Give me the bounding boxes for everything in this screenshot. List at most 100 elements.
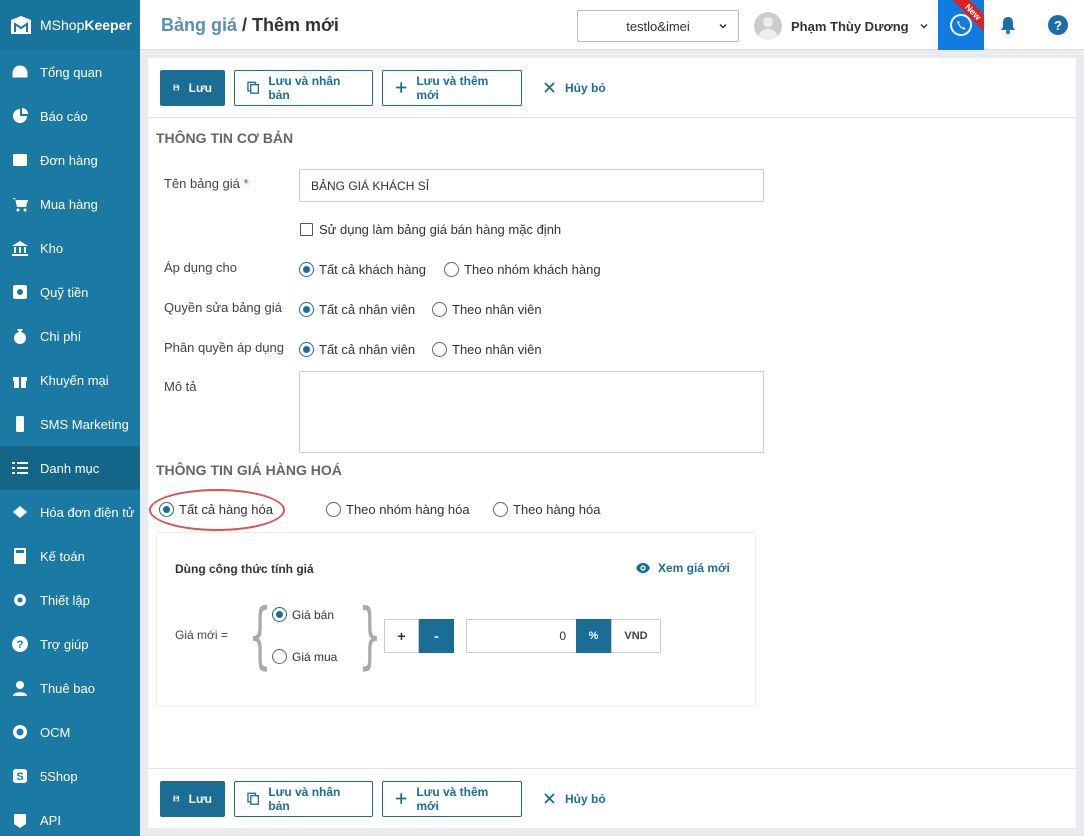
close-icon [544,793,555,804]
5shop-icon: S [10,766,30,786]
save-add-new-button-label: Lưu và thêm mới [416,73,489,102]
cart-icon [10,194,30,214]
sidebar-item-label: Thiết lập [40,592,90,608]
eye-icon [636,563,650,573]
save-duplicate-button[interactable]: Lưu và nhân bản [234,69,373,106]
radio-unselected-icon [326,502,341,517]
adjustment-amount-input[interactable]: 0 [466,619,577,653]
sidebar: MShopKeeper Tổng quan Báo cáo Đơn hàng Mua … [0,0,140,836]
sidebar-item-label: Hóa đơn điện tử [40,504,135,520]
description-textarea[interactable] [299,371,764,453]
order-icon [10,150,30,170]
price-info-section-title: THÔNG TIN GIÁ HÀNG HOÁ [156,462,342,478]
base-sale-price-radio[interactable]: Giá bán [272,607,334,622]
price-formula-panel: Dùng công thức tính giá Xem giá mới Giá … [156,532,756,707]
cancel-button-label: Hủy bỏ [565,80,606,95]
user-menu[interactable]: Phạm Thùy Dương [754,10,929,42]
radio-unselected-icon [493,502,508,517]
default-price-list-checkbox-row[interactable]: Sử dụng làm bảng giá bán hàng mặc định [300,222,561,237]
toolbar-bottom: Lưu Lưu và nhân bản Lưu và thêm mới Hủy … [148,768,1076,828]
ocm-icon [10,722,30,742]
sidebar-item-13[interactable]: Thiết lập [0,578,140,622]
sidebar-item-7[interactable]: Chi phí [0,314,140,358]
default-price-list-checkbox[interactable] [300,223,313,236]
apply-to-all-customers-radio[interactable]: Tất cả khách hàng [299,262,426,277]
vnd-unit-button[interactable]: VND [611,619,661,653]
copy-icon [247,81,260,94]
description-label: Mô tả [164,379,197,394]
save-add-new-button[interactable]: Lưu và thêm mới [382,69,522,106]
sidebar-item-17[interactable]: S 5Shop [0,754,140,798]
sidebar-item-label: Báo cáo [40,108,88,124]
apply-permission-all-staff-radio[interactable]: Tất cả nhân viên [299,342,415,357]
mshopkeeper-logo-icon [11,16,31,34]
sidebar-item-8[interactable]: Khuyến mại [0,358,140,402]
sidebar-item-label: Mua hàng [40,196,98,212]
minus-button[interactable]: - [419,619,454,653]
base-purchase-price-radio[interactable]: Giá mua [272,649,337,664]
sidebar-item-label: Danh mục [40,460,100,476]
left-brace-icon: { [248,593,272,677]
sidebar-item-2[interactable]: Báo cáo [0,94,140,138]
apply-permission-label: Phân quyền áp dụng [164,340,284,355]
sidebar-item-label: Trợ giúp [40,636,89,652]
save-duplicate-button-bottom[interactable]: Lưu và nhân bản [234,780,373,817]
edit-permission-by-staff-radio[interactable]: Theo nhân viên [432,302,542,317]
sidebar-item-11[interactable]: Hóa đơn điện tử [0,490,140,534]
edit-permission-all-staff-radio[interactable]: Tất cả nhân viên [299,302,415,317]
sidebar-item-15[interactable]: Thuê bao [0,666,140,710]
sidebar-item-4[interactable]: Mua hàng [0,182,140,226]
save-button[interactable]: Lưu [160,69,225,106]
notification-bell-icon[interactable] [998,15,1018,35]
sidebar-item-18[interactable]: API [0,798,140,836]
phone-icon [10,414,30,434]
percent-unit-button[interactable]: % [576,619,611,653]
sidebar-item-16[interactable]: OCM [0,710,140,754]
scope-product-group-radio[interactable]: Theo nhóm hàng hóa [326,502,470,517]
save-add-new-button-bottom[interactable]: Lưu và thêm mới [382,780,522,817]
sidebar-item-label: Đơn hàng [40,152,98,168]
api-icon [10,810,30,830]
scope-all-products-radio[interactable]: Tất cả hàng hóa [159,502,273,517]
price-list-name-label: Tên bảng giá * [164,176,249,191]
plus-button[interactable]: + [384,619,419,653]
breadcrumb-price-list[interactable]: Bảng giá [161,15,237,35]
list-icon [10,458,30,478]
sidebar-item-3[interactable]: Đơn hàng [0,138,140,182]
scope-by-product-radio[interactable]: Theo hàng hóa [493,502,600,517]
avatar [754,12,782,40]
formula-title: Dùng công thức tính giá [175,562,314,576]
cancel-button[interactable]: Hủy bỏ [531,70,618,106]
sidebar-item-5[interactable]: Kho [0,226,140,270]
breadcrumb-separator: / [237,15,253,35]
toolbar-top: Lưu Lưu và nhân bản Lưu và thêm mới Hủy … [148,58,1076,118]
close-icon [544,82,555,93]
save-button-bottom[interactable]: Lưu [160,780,225,817]
cancel-button-bottom[interactable]: Hủy bỏ [531,781,618,817]
brand[interactable]: MShopKeeper [0,0,140,50]
sidebar-item-12[interactable]: Kế toán [0,534,140,578]
price-list-name-input[interactable]: BẢNG GIÁ KHÁCH SỈ [299,169,764,202]
save-duplicate-button-label: Lưu và nhân bản [268,73,341,102]
radio-unselected-icon [432,302,447,317]
apply-permission-by-staff-radio[interactable]: Theo nhân viên [432,342,542,357]
call-center-button[interactable]: New [938,0,984,50]
plus-icon [395,793,407,804]
sidebar-item-14[interactable]: ? Trợ giúp [0,622,140,666]
sidebar-item-label: Khuyến mại [40,372,109,388]
chevron-down-icon [920,23,928,29]
sidebar-item-6[interactable]: Quỹ tiền [0,270,140,314]
svg-text:?: ? [17,639,24,651]
store-select[interactable]: testlo&imei [577,10,739,42]
sidebar-item-10[interactable]: Danh mục [0,446,140,490]
chevron-down-icon [719,23,727,29]
view-new-price-link[interactable]: Xem giá mới [635,561,730,575]
copy-icon [247,792,260,805]
apply-to-customer-group-radio[interactable]: Theo nhóm khách hàng [444,262,601,277]
save-button-label: Lưu [188,80,212,95]
save-icon [173,795,180,802]
help-icon[interactable]: ? [1048,15,1068,35]
radio-selected-icon [299,302,314,317]
sidebar-item-1[interactable]: Tổng quan [0,50,140,94]
sidebar-item-9[interactable]: SMS Marketing [0,402,140,446]
